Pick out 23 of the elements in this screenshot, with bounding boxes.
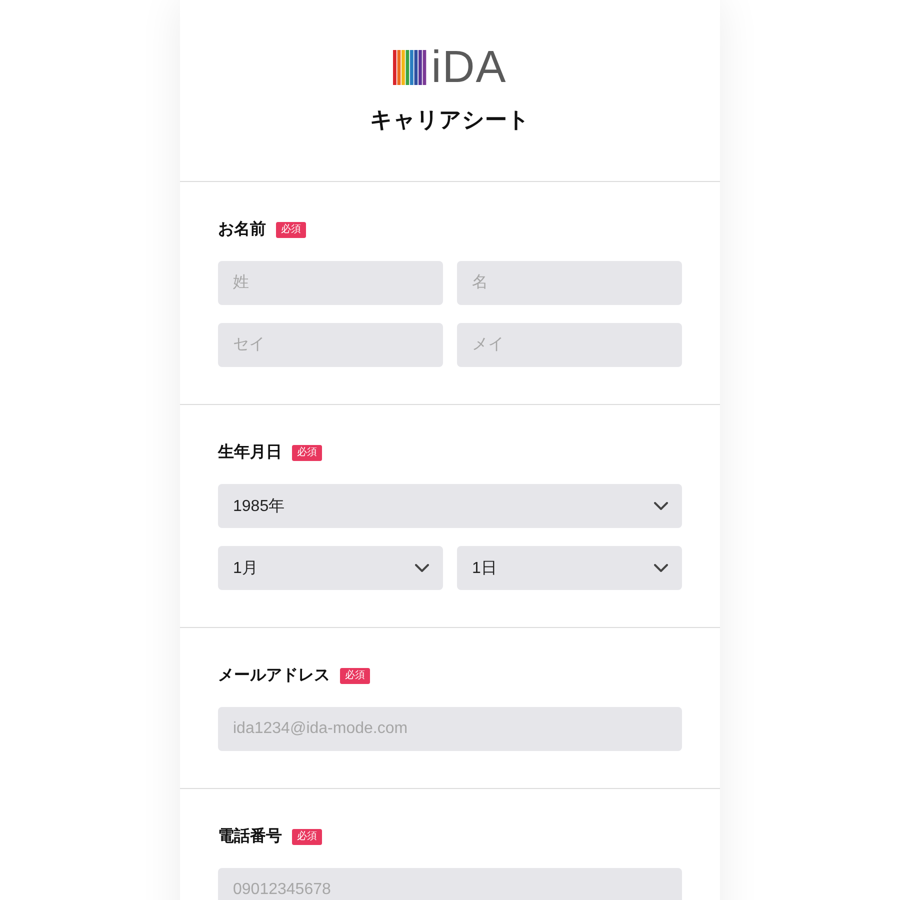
page-title: キャリアシート (370, 106, 530, 134)
dropdown[interactable]: 1985年 (218, 484, 682, 528)
field-label: お名前 (218, 220, 266, 240)
input-field[interactable]: 名 (457, 261, 682, 305)
input-field[interactable]: ida1234@ida-mode.com (218, 707, 682, 751)
chevron-down-icon (654, 502, 668, 510)
dropdown[interactable]: 1月 (218, 546, 443, 590)
required-badge: 必須 (340, 668, 370, 684)
field-label: 生年月日 (218, 443, 282, 463)
input-field[interactable]: セイ (218, 323, 443, 367)
field-label: メールアドレス (218, 666, 330, 686)
chevron-down-icon (415, 564, 429, 572)
required-badge: 必須 (292, 829, 322, 845)
field-label: 電話番号 (218, 827, 282, 847)
dropdown[interactable]: 1日 (457, 546, 682, 590)
input-field[interactable]: メイ (457, 323, 682, 367)
required-badge: 必須 (276, 222, 306, 238)
input-field[interactable]: 09012345678 (218, 868, 682, 900)
required-badge: 必須 (292, 445, 322, 461)
input-field[interactable]: 姓 (218, 261, 443, 305)
logo-text: iDA (431, 47, 507, 87)
chevron-down-icon (654, 564, 668, 572)
rainbow-stripes-logo-icon (393, 50, 428, 84)
